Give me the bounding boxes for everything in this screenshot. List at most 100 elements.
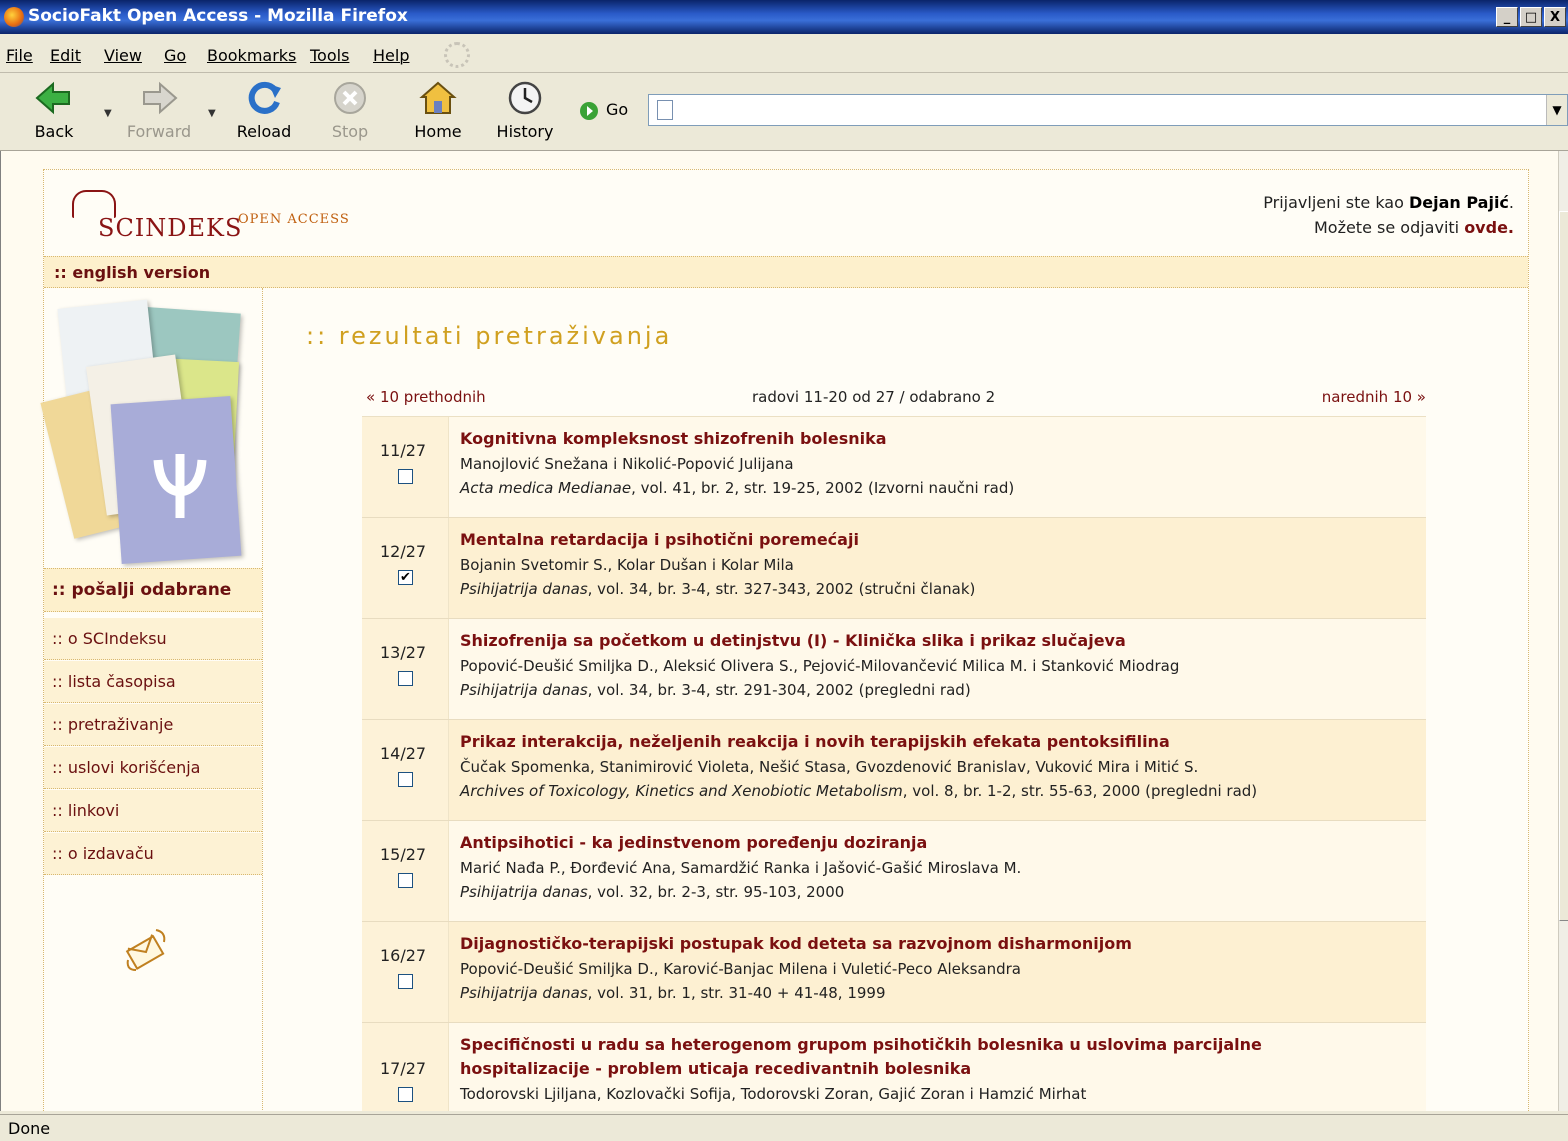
psi-symbol-icon bbox=[153, 454, 207, 518]
results-pager: « 10 prethodnih radovi 11-20 od 27 / oda… bbox=[366, 388, 1426, 410]
result-title-link[interactable]: Kognitivna kompleksnost shizofrenih bole… bbox=[460, 429, 887, 448]
logo-tagline: OPEN ACCESS bbox=[238, 212, 350, 227]
url-dropdown-icon[interactable]: ▼ bbox=[1546, 95, 1567, 125]
prev-10-link[interactable]: « 10 prethodnih bbox=[366, 388, 486, 406]
menu-edit[interactable]: Edit bbox=[50, 46, 81, 65]
result-journal: Acta medica Medianae bbox=[460, 479, 632, 497]
minimize-button[interactable]: _ bbox=[1496, 7, 1518, 27]
logo-word: SCINDEKS bbox=[98, 214, 243, 242]
throbber-icon bbox=[444, 42, 470, 68]
result-checkbox[interactable] bbox=[398, 974, 413, 989]
result-details: , vol. 34, br. 3-4, str. 291-304, 2002 (… bbox=[587, 681, 971, 699]
result-source: Archives of Toxicology, Kinetics and Xen… bbox=[460, 782, 1257, 800]
result-details: , vol. 41, br. 2, str. 19-25, 2002 (Izvo… bbox=[631, 479, 1015, 497]
site-frame: SCINDEKS OPEN ACCESS Prijavljeni ste kao… bbox=[40, 169, 1529, 1111]
result-title-link[interactable]: Prikaz interakcija, neželjenih reakcija … bbox=[460, 732, 1170, 751]
result-row: 11/27 Kognitivna kompleksnost shizofreni… bbox=[362, 417, 1426, 518]
page-title: :: rezultati pretraživanja bbox=[306, 322, 673, 350]
scrollbar-thumb[interactable] bbox=[1559, 211, 1568, 921]
result-number: 11/27 bbox=[380, 441, 427, 460]
history-label: History bbox=[496, 122, 554, 141]
result-number: 13/27 bbox=[380, 643, 427, 662]
login-user: Dejan Pajić bbox=[1408, 193, 1509, 212]
result-checkbox[interactable] bbox=[398, 873, 413, 888]
forward-dropdown-icon[interactable]: ▼ bbox=[208, 108, 216, 119]
result-checkbox[interactable] bbox=[398, 772, 413, 787]
reload-label: Reload bbox=[236, 122, 292, 141]
back-button[interactable]: Back bbox=[22, 80, 86, 141]
result-authors: Popović-Deušić Smiljka D., Karović-Banja… bbox=[460, 960, 1021, 978]
main-content: :: rezultati pretraživanja « 10 prethodn… bbox=[262, 288, 1528, 1111]
sidebar-menu: :: o SCIndeksu :: lista časopisa :: pret… bbox=[44, 618, 262, 876]
sidebar-item-publisher[interactable]: :: o izdavaču bbox=[44, 833, 262, 875]
english-version-bar: :: english version bbox=[44, 256, 1528, 288]
result-source: Psihijatrija danas, vol. 32, br. 2-3, st… bbox=[460, 883, 844, 901]
result-title-link[interactable]: Mentalna retardacija i psihotični poreme… bbox=[460, 530, 859, 549]
home-label: Home bbox=[414, 122, 462, 141]
menu-go[interactable]: Go bbox=[164, 46, 186, 65]
result-row: 12/27 ✔ Mentalna retardacija i psihotičn… bbox=[362, 518, 1426, 619]
result-row: 16/27 Dijagnostičko-terapijski postupak … bbox=[362, 922, 1426, 1023]
result-title-link[interactable]: Dijagnostičko-terapijski postupak kod de… bbox=[460, 934, 1132, 953]
menu-tools[interactable]: Tools bbox=[310, 46, 349, 65]
left-sidebar: :: pošalji odabrane :: o SCIndeksu :: li… bbox=[40, 288, 263, 1111]
result-row: 17/27 Specifičnosti u radu sa heterogeno… bbox=[362, 1023, 1426, 1111]
sidebar-item-about[interactable]: :: o SCIndeksu bbox=[44, 618, 262, 660]
result-title-link[interactable]: Shizofrenija sa početkom u detinjstvu (I… bbox=[460, 631, 1126, 650]
stop-button[interactable]: Stop bbox=[322, 80, 378, 141]
english-version-link[interactable]: :: english version bbox=[54, 263, 210, 282]
forward-button[interactable]: Forward bbox=[122, 80, 196, 141]
window-titlebar: SocioFakt Open Access - Mozilla Firefox … bbox=[0, 0, 1568, 34]
result-title-link[interactable]: Specifičnosti u radu sa heterogenom grup… bbox=[460, 1035, 1262, 1054]
result-checkbox[interactable] bbox=[398, 671, 413, 686]
result-authors: Bojanin Svetomir S., Kolar Dušan i Kolar… bbox=[460, 556, 794, 574]
sidebar-item-terms[interactable]: :: uslovi korišćenja bbox=[44, 747, 262, 789]
result-number: 14/27 bbox=[380, 744, 427, 763]
sidebar-item-journals[interactable]: :: lista časopisa bbox=[44, 661, 262, 703]
next-10-link[interactable]: narednih 10 » bbox=[1322, 388, 1426, 406]
history-button[interactable]: History bbox=[494, 80, 556, 141]
url-input[interactable]: ▼ bbox=[648, 94, 1568, 126]
navigation-toolbar: Back ▼ Forward ▼ Reload Stop Home Histor… bbox=[0, 74, 1568, 151]
go-icon bbox=[580, 101, 598, 120]
send-selected-bar: :: pošalji odabrane bbox=[44, 568, 262, 612]
menu-help[interactable]: Help bbox=[373, 46, 409, 65]
menu-bookmarks[interactable]: Bookmarks bbox=[207, 46, 296, 65]
home-button[interactable]: Home bbox=[410, 80, 466, 141]
go-button[interactable]: Go bbox=[580, 100, 628, 120]
sidebar-item-links[interactable]: :: linkovi bbox=[44, 790, 262, 832]
page-viewport: SCINDEKS OPEN ACCESS Prijavljeni ste kao… bbox=[0, 151, 1558, 1111]
result-number: 17/27 bbox=[380, 1059, 427, 1078]
menu-view[interactable]: View bbox=[104, 46, 142, 65]
reload-icon bbox=[248, 81, 281, 114]
result-journal: Psihijatrija danas bbox=[460, 681, 588, 699]
window-title: SocioFakt Open Access - Mozilla Firefox bbox=[28, 6, 408, 26]
menu-file[interactable]: File bbox=[6, 46, 33, 65]
maximize-button[interactable]: □ bbox=[1520, 7, 1542, 27]
stop-label: Stop bbox=[331, 122, 369, 141]
result-checkbox[interactable] bbox=[398, 469, 413, 484]
result-title-link[interactable]: Antipsihotici - ka jedinstvenom poređenj… bbox=[460, 833, 927, 852]
sidebar-item-search[interactable]: :: pretraživanje bbox=[44, 704, 262, 746]
vertical-scrollbar[interactable] bbox=[1558, 151, 1568, 1111]
result-journal: Psihijatrija danas bbox=[460, 580, 588, 598]
firefox-icon bbox=[4, 7, 24, 27]
logout-link[interactable]: ovde. bbox=[1464, 218, 1514, 237]
mail-icon[interactable] bbox=[122, 926, 170, 974]
result-checkbox[interactable] bbox=[398, 1087, 413, 1102]
result-authors: Todorovski Ljiljana, Kozlovački Sofija, … bbox=[460, 1085, 1087, 1103]
result-number: 15/27 bbox=[380, 845, 427, 864]
result-checkbox[interactable]: ✔ bbox=[398, 570, 413, 585]
reload-button[interactable]: Reload bbox=[230, 80, 298, 141]
result-details: , vol. 34, br. 3-4, str. 327-343, 2002 (… bbox=[587, 580, 976, 598]
status-text: Done bbox=[8, 1119, 51, 1138]
result-journal: Archives of Toxicology, Kinetics and Xen… bbox=[460, 782, 903, 800]
logout-prefix: Možete se odjaviti bbox=[1313, 218, 1465, 237]
result-authors: Popović-Deušić Smiljka D., Aleksić Olive… bbox=[460, 657, 1180, 675]
close-button[interactable]: X bbox=[1544, 7, 1566, 27]
status-bar: Done bbox=[0, 1114, 1568, 1141]
send-selected-link[interactable]: :: pošalji odabrane bbox=[52, 580, 231, 600]
result-title-link-cont[interactable]: hospitalizacije - problem uticaja recedi… bbox=[460, 1059, 971, 1078]
login-info: Prijavljeni ste kao Dejan Pajić. Možete … bbox=[1263, 190, 1514, 240]
back-dropdown-icon[interactable]: ▼ bbox=[104, 108, 112, 119]
